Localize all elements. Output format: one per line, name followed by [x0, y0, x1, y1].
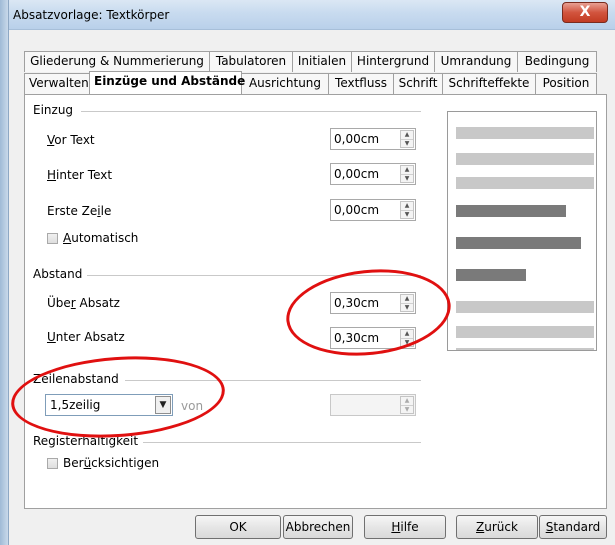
value-vor-text: 0,00cm	[334, 132, 380, 146]
title-bar[interactable]: Absatzvorlage: Textkörper X	[9, 0, 615, 30]
preview-line	[456, 348, 594, 350]
dropdown-zeilenabstand[interactable]: 1,5zeilig ▼	[45, 394, 173, 416]
label-von: von	[181, 399, 204, 413]
background-window-edge	[0, 0, 8, 545]
ok-button[interactable]: OK	[195, 515, 281, 539]
preview-line	[456, 326, 594, 338]
tab-verwalten[interactable]: Verwalten	[24, 73, 90, 94]
group-divider-abstand	[87, 275, 421, 276]
tab-panel: Einzug Vor Text 0,00cm ▲ ▼ Hinter Text 0,…	[24, 94, 607, 509]
tab-row-upper: Gliederung & Nummerierung Tabulatoren In…	[24, 51, 597, 72]
tab-hintergrund[interactable]: Hintergrund	[351, 51, 435, 72]
label-unter-absatz: Unter Absatz	[47, 330, 125, 344]
tab-bedingung[interactable]: Bedingung	[517, 51, 597, 72]
label-ueber-absatz: Über Absatz	[47, 296, 120, 310]
arrow-up-icon[interactable]: ▲	[401, 166, 413, 174]
spinner-ueber-absatz[interactable]: 0,30cm ▲ ▼	[330, 292, 416, 314]
spinner-arrows[interactable]: ▲ ▼	[400, 329, 414, 347]
dropdown-selected-value: 1,5zeilig	[50, 398, 101, 412]
checkbox-beruecksichtigen[interactable]	[47, 458, 58, 469]
preview-line	[456, 177, 594, 189]
tab-ausrichtung[interactable]: Ausrichtung	[241, 73, 329, 94]
spinner-erste-zeile[interactable]: 0,00cm ▲ ▼	[330, 199, 416, 221]
arrow-down-icon[interactable]: ▼	[401, 139, 413, 147]
abbrechen-button[interactable]: Abbrechen	[283, 515, 353, 539]
arrow-up-icon[interactable]: ▲	[401, 295, 413, 303]
tab-einzuege-und-abstaende[interactable]: Einzüge und Abstände	[89, 71, 245, 94]
preview-line	[456, 127, 594, 139]
tab-textfluss[interactable]: Textfluss	[328, 73, 394, 94]
checkbox-automatisch[interactable]	[47, 233, 58, 244]
label-hinter-text: Hinter Text	[47, 168, 113, 182]
tab-position[interactable]: Position	[535, 73, 597, 94]
preview-line-current	[456, 205, 566, 217]
tab-row-lower: Verwalten Einzüge und Abstände Ausrichtu…	[24, 71, 597, 94]
arrow-down-icon[interactable]: ▼	[401, 210, 413, 218]
group-divider-registerhaltigkeit	[143, 442, 421, 443]
value-hinter-text: 0,00cm	[334, 167, 380, 181]
label-automatisch[interactable]: Automatisch	[63, 231, 138, 245]
close-icon: X	[579, 4, 591, 20]
zurueck-button[interactable]: Zurück	[456, 515, 538, 539]
arrow-down-icon[interactable]: ▼	[401, 405, 413, 413]
tab-gliederung-nummerierung[interactable]: Gliederung & Nummerierung	[24, 51, 210, 72]
tab-tabulatoren[interactable]: Tabulatoren	[209, 51, 293, 72]
label-erste-zeile: Erste Zeile	[47, 204, 112, 218]
group-divider-einzug	[81, 111, 421, 112]
value-ueber-absatz: 0,30cm	[334, 296, 380, 310]
value-unter-absatz: 0,30cm	[334, 331, 380, 345]
paragraph-preview	[447, 111, 597, 351]
preview-line-current	[456, 237, 581, 249]
spinner-arrows[interactable]: ▲ ▼	[400, 396, 414, 414]
arrow-up-icon[interactable]: ▲	[401, 397, 413, 405]
arrow-down-icon[interactable]: ▼	[401, 174, 413, 182]
tab-umrandung[interactable]: Umrandung	[434, 51, 518, 72]
arrow-down-icon[interactable]: ▼	[401, 303, 413, 311]
preview-line	[456, 301, 594, 313]
label-vor-text: Vor Text	[47, 133, 95, 147]
group-title-abstand: Abstand	[33, 267, 87, 281]
window-title: Absatzvorlage: Textkörper	[13, 8, 170, 22]
dialog-window: Absatzvorlage: Textkörper X Gliederung &…	[8, 0, 615, 545]
spinner-arrows[interactable]: ▲ ▼	[400, 294, 414, 312]
group-divider-zeilenabstand	[125, 380, 421, 381]
group-title-zeilenabstand: Zeilenabstand	[33, 372, 123, 386]
spinner-hinter-text[interactable]: 0,00cm ▲ ▼	[330, 163, 416, 185]
spinner-von[interactable]: ▲ ▼	[330, 394, 416, 416]
value-erste-zeile: 0,00cm	[334, 203, 380, 217]
arrow-up-icon[interactable]: ▲	[401, 131, 413, 139]
group-title-registerhaltigkeit: Registerhaltigkeit	[33, 434, 143, 448]
spinner-vor-text[interactable]: 0,00cm ▲ ▼	[330, 128, 416, 150]
arrow-up-icon[interactable]: ▲	[401, 330, 413, 338]
preview-line	[456, 153, 594, 165]
preview-line-current	[456, 269, 526, 281]
spinner-arrows[interactable]: ▲ ▼	[400, 165, 414, 183]
arrow-up-icon[interactable]: ▲	[401, 202, 413, 210]
spinner-unter-absatz[interactable]: 0,30cm ▲ ▼	[330, 327, 416, 349]
tab-schrift[interactable]: Schrift	[393, 73, 443, 94]
tab-schrifteffekte[interactable]: Schrifteffekte	[442, 73, 536, 94]
label-beruecksichtigen[interactable]: Berücksichtigen	[63, 456, 159, 470]
close-button[interactable]: X	[562, 2, 608, 23]
hilfe-button[interactable]: Hilfe	[364, 515, 446, 539]
spinner-arrows[interactable]: ▲ ▼	[400, 201, 414, 219]
tab-initialen[interactable]: Initialen	[292, 51, 352, 72]
group-title-einzug: Einzug	[33, 103, 78, 117]
arrow-down-icon[interactable]: ▼	[401, 338, 413, 346]
spinner-arrows[interactable]: ▲ ▼	[400, 130, 414, 148]
standard-button[interactable]: Standard	[539, 515, 607, 539]
chevron-down-icon[interactable]: ▼	[155, 396, 171, 414]
